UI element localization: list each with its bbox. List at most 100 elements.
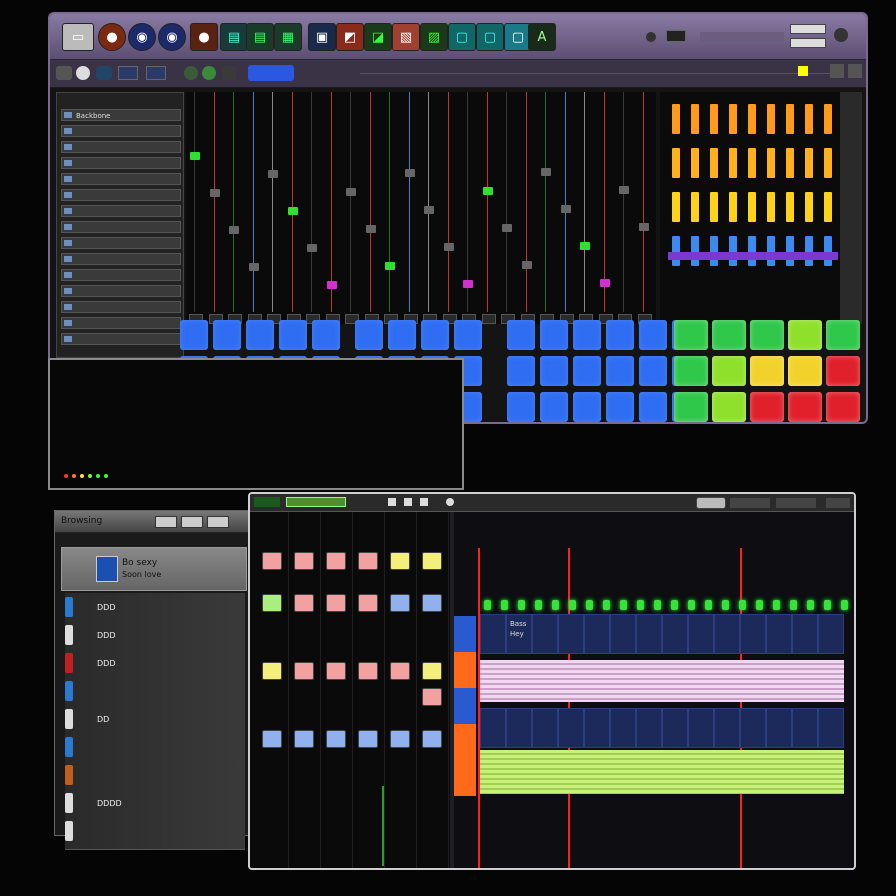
step-cell[interactable] [358, 594, 378, 612]
device-icon[interactable]: ◪ [364, 23, 392, 51]
clip-block[interactable] [610, 614, 636, 654]
step-cell[interactable] [422, 662, 442, 680]
pad-button[interactable] [540, 356, 568, 386]
step-cell[interactable] [422, 552, 442, 570]
fader-handle[interactable] [190, 152, 200, 160]
pad-button[interactable] [606, 320, 634, 350]
fader-handle[interactable] [268, 170, 278, 178]
device-icon[interactable]: ▣ [308, 23, 336, 51]
pad-button[interactable] [826, 356, 860, 386]
device-icon[interactable]: ▢ [476, 23, 504, 51]
screen-icon[interactable]: ▤ [220, 23, 248, 51]
step-cell[interactable] [390, 552, 410, 570]
audio-clip[interactable] [480, 660, 844, 702]
device-icon[interactable]: ◩ [336, 23, 364, 51]
button-icon[interactable] [96, 66, 112, 80]
power-button[interactable] [254, 497, 280, 507]
pad-button[interactable] [507, 392, 535, 422]
view-button[interactable] [207, 516, 229, 528]
fader-handle[interactable] [599, 279, 610, 287]
browser-row[interactable] [61, 317, 181, 329]
knob-icon[interactable]: ◉ [158, 23, 186, 51]
step-cell[interactable] [358, 552, 378, 570]
screen-icon[interactable]: ▤ [246, 23, 274, 51]
fader-handle[interactable] [248, 263, 259, 271]
browser-row[interactable] [61, 269, 181, 281]
record-knob-icon[interactable]: ● [98, 23, 126, 51]
loop-icon[interactable] [184, 66, 198, 80]
fader-handle[interactable] [424, 206, 434, 214]
zoom-icon[interactable] [420, 498, 428, 506]
synth-icon[interactable]: A [528, 23, 556, 51]
clip-block[interactable] [636, 708, 662, 748]
fader-handle[interactable] [365, 225, 376, 233]
fader-handle[interactable] [541, 168, 551, 176]
step-cell[interactable] [422, 594, 442, 612]
library-row[interactable] [65, 817, 245, 850]
stop-icon[interactable] [222, 66, 236, 80]
pad-button[interactable] [788, 392, 822, 422]
fader-handle[interactable] [307, 244, 317, 252]
pad-button[interactable] [826, 392, 860, 422]
pad-button[interactable] [507, 356, 535, 386]
browser-row[interactable] [61, 333, 181, 345]
window-icon[interactable] [830, 64, 844, 78]
browser-row[interactable] [61, 301, 181, 313]
step-cell[interactable] [326, 662, 346, 680]
step-cell[interactable] [422, 730, 442, 748]
fader-handle[interactable] [209, 189, 220, 197]
clip-block[interactable] [506, 708, 532, 748]
step-cell[interactable] [358, 662, 378, 680]
pad-button[interactable] [639, 392, 667, 422]
fader-handle[interactable] [619, 186, 629, 194]
clip-block[interactable] [766, 708, 792, 748]
pattern-name-field[interactable] [286, 497, 346, 507]
audio-clip[interactable] [480, 750, 844, 794]
browser-row[interactable] [61, 173, 181, 185]
pad-button[interactable] [750, 320, 784, 350]
midi-icon[interactable] [118, 66, 138, 80]
clip-block[interactable] [766, 614, 792, 654]
fader-handle[interactable] [346, 188, 356, 196]
library-selected-item[interactable]: Bo sexy Soon love [61, 547, 247, 591]
clip-block[interactable] [662, 614, 688, 654]
clip-block[interactable] [818, 614, 844, 654]
step-cell[interactable] [390, 594, 410, 612]
knob-icon[interactable] [56, 66, 72, 80]
browser-row[interactable] [61, 221, 181, 233]
browser-row[interactable]: Backbone [61, 109, 181, 121]
step-cell[interactable] [326, 552, 346, 570]
step-cell[interactable] [262, 594, 282, 612]
device-icon[interactable]: ▨ [420, 23, 448, 51]
pad-button[interactable] [674, 320, 708, 350]
pad-button[interactable] [788, 320, 822, 350]
record-icon[interactable]: ● [190, 23, 218, 51]
step-cell[interactable] [326, 594, 346, 612]
play-icon[interactable] [202, 66, 216, 80]
window-icon[interactable] [848, 64, 862, 78]
knob-icon[interactable]: ◉ [128, 23, 156, 51]
pad-button[interactable] [355, 320, 383, 350]
clip-block[interactable] [610, 708, 636, 748]
step-cell[interactable] [262, 552, 282, 570]
clip-block[interactable] [480, 614, 506, 654]
power-icon[interactable] [646, 32, 656, 42]
pad-button[interactable] [421, 320, 449, 350]
step-cell[interactable] [358, 730, 378, 748]
step-cell[interactable] [294, 662, 314, 680]
fader-handle[interactable] [560, 205, 571, 213]
pad-button[interactable] [573, 356, 601, 386]
step-cell[interactable] [262, 730, 282, 748]
save-icon[interactable]: ▭ [62, 23, 94, 51]
pad-button[interactable] [507, 320, 535, 350]
browser-row[interactable] [61, 205, 181, 217]
clip-block[interactable] [818, 708, 844, 748]
clip-block[interactable] [584, 614, 610, 654]
clip-block[interactable] [688, 614, 714, 654]
close-icon[interactable] [826, 498, 850, 508]
fader-handle[interactable] [502, 224, 512, 232]
midi-icon[interactable] [146, 66, 166, 80]
clip-block[interactable] [558, 708, 584, 748]
view-button[interactable] [181, 516, 203, 528]
pad-button[interactable] [639, 320, 667, 350]
